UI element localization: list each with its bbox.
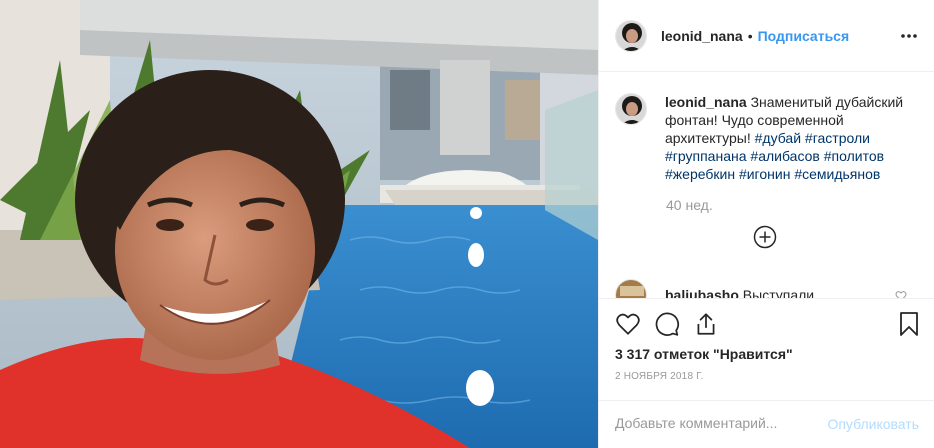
hashtag-link[interactable]: #игонин	[739, 166, 790, 182]
hashtag-link[interactable]: #алибасов	[750, 148, 819, 164]
caption-text: leonid_nana Знаменитый дубайский фонтан!…	[665, 93, 905, 183]
hashtag-link[interactable]: #дубай	[755, 130, 801, 146]
commenter-avatar[interactable]	[615, 279, 647, 298]
post-side-panel: leonid_nana • Подписаться leonid_nana Зн…	[598, 0, 934, 448]
hashtag-link[interactable]: #политов	[824, 148, 884, 164]
caption-avatar[interactable]	[615, 93, 647, 125]
hashtag-link[interactable]: #гастроли	[805, 130, 870, 146]
publish-button[interactable]: Опубликовать	[827, 416, 919, 432]
hashtag-link[interactable]: #жеребкин	[665, 166, 735, 182]
post-caption: leonid_nana Знаменитый дубайский фонтан!…	[615, 93, 919, 183]
comment-text: baliubasho Выступали	[665, 287, 814, 298]
comment-icon[interactable]	[654, 311, 680, 337]
header-separator: •	[747, 27, 753, 44]
plus-circle-icon[interactable]	[753, 225, 777, 249]
post-header: leonid_nana • Подписаться	[599, 0, 934, 72]
share-icon[interactable]	[693, 311, 719, 337]
hashtag-link[interactable]: #семидьянов	[794, 166, 880, 182]
heart-icon[interactable]	[615, 311, 641, 337]
comment-item: baliubasho Выступали	[615, 279, 814, 298]
follow-button[interactable]: Подписаться	[758, 28, 850, 44]
author-avatar[interactable]	[615, 19, 647, 52]
post-photo[interactable]	[0, 0, 598, 448]
photo-illustration	[0, 0, 598, 448]
caption-time-ago[interactable]: 40 нед.	[666, 197, 919, 213]
post-date[interactable]: 2 НОЯБРЯ 2018 Г.	[615, 371, 704, 382]
bookmark-icon[interactable]	[897, 311, 921, 337]
post-actions: 3 317 отметок "Нравится" 2 НОЯБРЯ 2018 Г…	[599, 298, 934, 448]
author-username-link[interactable]: leonid_nana	[661, 28, 743, 44]
hashtag-link[interactable]: #группанана	[665, 148, 747, 164]
likes-count[interactable]: 3 317 отметок "Нравится"	[615, 346, 793, 362]
add-comment-section: Опубликовать	[599, 400, 934, 448]
more-horizontal-icon[interactable]	[897, 24, 921, 48]
commenter-username-link[interactable]: baliubasho	[665, 287, 739, 298]
comment-input[interactable]	[615, 415, 815, 431]
comments-area[interactable]: leonid_nana Знаменитый дубайский фонтан!…	[599, 73, 934, 298]
caption-username-link[interactable]: leonid_nana	[665, 94, 747, 110]
comment-heart-icon[interactable]	[895, 290, 907, 298]
action-icons	[615, 311, 732, 337]
comment-body: Выступали	[742, 287, 815, 298]
